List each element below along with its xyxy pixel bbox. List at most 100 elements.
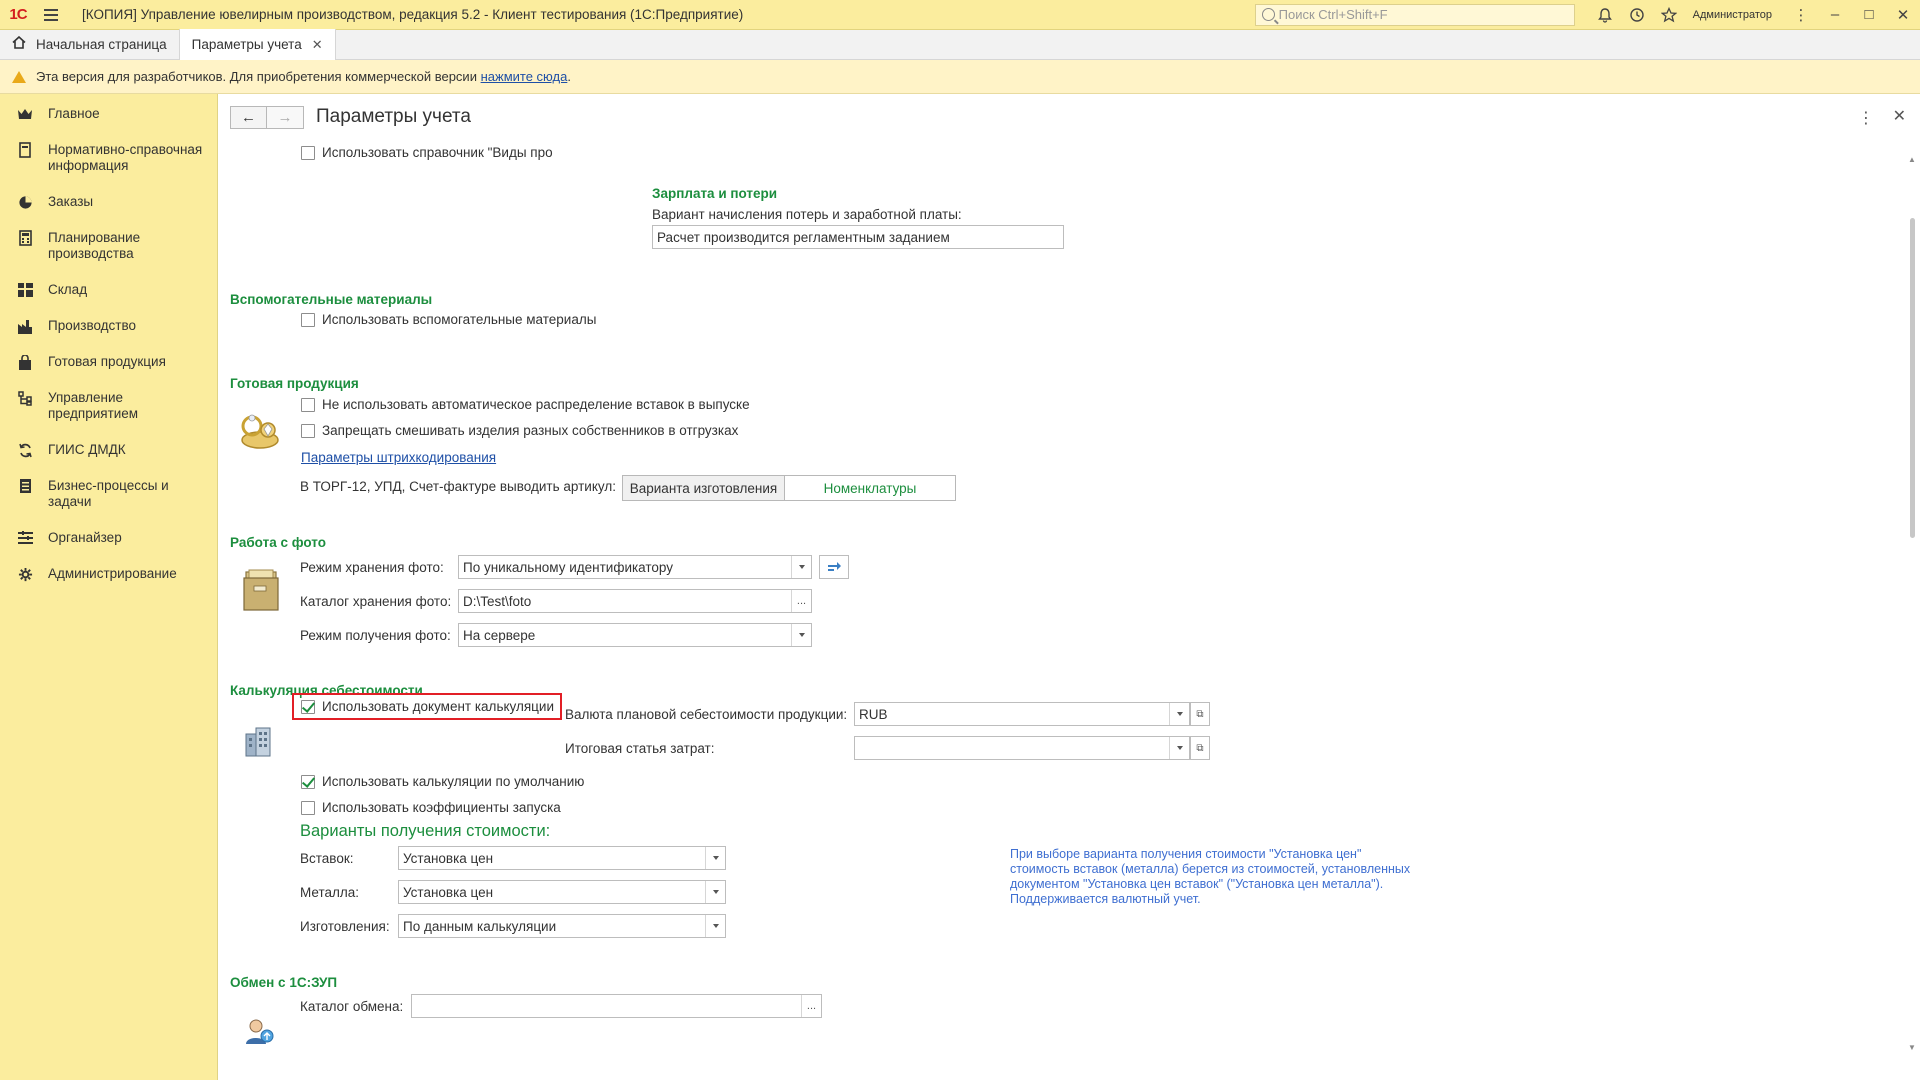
section-title-aux: Вспомогательные материалы (230, 292, 433, 307)
dropdown-arrow-icon[interactable] (791, 556, 811, 578)
star-icon[interactable] (1653, 0, 1685, 30)
scroll-down-icon[interactable]: ▼ (1908, 1044, 1916, 1052)
dropdown-arrow-icon[interactable] (705, 847, 725, 869)
factory-icon (16, 318, 34, 334)
currency-field[interactable]: RUB (854, 702, 1190, 726)
sidebar-item-enterprise[interactable]: Управление предприятием (0, 390, 218, 422)
checkbox-default-costing-label: Использовать калькуляции по умолчанию (322, 774, 585, 789)
photo-mode-field[interactable]: По уникальному идентификатору (458, 555, 812, 579)
tab-accounting-params[interactable]: Параметры учета ✕ (179, 29, 336, 60)
currency-value: RUB (859, 706, 888, 722)
metal-field[interactable]: Установка цен (398, 880, 726, 904)
article-toggle[interactable]: Варианта изготовления Номенклатуры (622, 475, 956, 501)
dropdown-arrow-icon[interactable] (1169, 737, 1189, 759)
scroll-thumb[interactable] (1910, 218, 1915, 538)
folder-image (240, 568, 282, 615)
exchange-user-image (244, 1016, 274, 1049)
barcode-params-link[interactable]: Параметры штрихкодирования (301, 450, 496, 465)
sidebar-item-main[interactable]: Главное (0, 106, 218, 122)
cost-item-label: Итоговая статья затрат: (565, 741, 715, 756)
sidebar-item-orders[interactable]: Заказы (0, 194, 218, 210)
bell-icon[interactable] (1589, 0, 1621, 30)
article-option-nomenclature[interactable]: Номенклатуры (785, 476, 955, 500)
tab-home[interactable]: Начальная страница (0, 29, 180, 59)
scroll-up-icon[interactable]: ▲ (1908, 156, 1916, 164)
sidebar-item-warehouse[interactable]: Склад (0, 282, 218, 298)
article-option-variant[interactable]: Варианта изготовления (623, 476, 785, 500)
close-icon[interactable]: ✕ (1886, 0, 1920, 30)
cost-item-field[interactable] (854, 736, 1190, 760)
sidebar-item-label: ГИИС ДМДК (48, 442, 126, 457)
sidebar-item-label: Нормативно-справочная информация (48, 142, 203, 173)
book-icon (16, 142, 34, 158)
home-icon (12, 35, 26, 52)
article-output-label: В ТОРГ-12, УПД, Счет-фактуре выводить ар… (300, 479, 616, 494)
notice-link[interactable]: нажмите сюда (481, 69, 568, 84)
sidebar-item-admin[interactable]: Администрирование (0, 566, 218, 582)
section-title-photo: Работа с фото (230, 535, 326, 550)
organizer-icon (16, 530, 34, 546)
photo-get-field[interactable]: На сервере (458, 623, 812, 647)
vertical-scrollbar[interactable]: ▲ ▼ (1908, 156, 1916, 1052)
make-label: Изготовления: (300, 919, 390, 934)
inserts-field[interactable]: Установка цен (398, 846, 726, 870)
history-icon[interactable] (1621, 0, 1653, 30)
grid-icon (16, 282, 34, 298)
sidebar-item-production[interactable]: Производство (0, 318, 218, 334)
sidebar-item-label: Склад (48, 282, 88, 297)
dropdown-arrow-icon[interactable] (1169, 703, 1189, 725)
make-field[interactable]: По данным калькуляции (398, 914, 726, 938)
dropdown-arrow-icon[interactable] (705, 881, 725, 903)
sidebar-item-label: Производство (48, 318, 137, 333)
user-name[interactable]: Администратор (1693, 9, 1772, 21)
sidebar-item-giis[interactable]: ГИИС ДМДК (0, 442, 218, 458)
dropdown-arrow-icon[interactable] (705, 915, 725, 937)
photo-mode-action-button[interactable] (819, 555, 849, 579)
photo-catalog-label: Каталог хранения фото: (300, 594, 452, 609)
checkbox-default-costing[interactable] (301, 775, 315, 789)
checkbox-use-costing-doc-label: Использовать документ калькуляции (322, 699, 554, 714)
warning-icon (12, 70, 26, 83)
photo-get-label: Режим получения фото: (300, 628, 451, 643)
sidebar-item-organizer[interactable]: Органайзер (0, 530, 218, 546)
sidebar-item-label: Планирование производства (48, 230, 141, 261)
crown-icon (16, 106, 34, 122)
checkbox-launch-coef[interactable] (301, 801, 315, 815)
search-input[interactable]: Поиск Ctrl+Shift+F (1254, 3, 1575, 26)
checkbox-use-costing-doc[interactable] (301, 700, 315, 714)
maximize-icon[interactable]: □ (1852, 0, 1886, 30)
make-value: По данным калькуляции (403, 918, 557, 934)
title-bar: 1С [КОПИЯ] Управление ювелирным производ… (0, 0, 1920, 30)
photo-catalog-value: D:\Test\foto (463, 593, 532, 609)
photo-catalog-field[interactable]: D:\Test\foto ... (458, 589, 812, 613)
checkbox-use-kinds[interactable] (301, 146, 315, 160)
currency-open-button[interactable]: ⧉ (1190, 702, 1210, 726)
salary-variant-field[interactable]: Расчет производится регламентным задание… (652, 225, 1064, 249)
cost-item-open-button[interactable]: ⧉ (1190, 736, 1210, 760)
dropdown-arrow-icon[interactable] (791, 624, 811, 646)
select-dots-icon[interactable]: ... (791, 590, 811, 612)
jewelry-image (238, 410, 284, 455)
tab-close-icon[interactable]: ✕ (312, 37, 323, 53)
sidebar-item-label: Главное (48, 106, 100, 121)
checkbox-no-mixing[interactable] (301, 424, 315, 438)
sidebar-item-bp[interactable]: Бизнес-процессы и задачи (0, 478, 218, 510)
checkbox-no-auto-distribution[interactable] (301, 398, 315, 412)
minimize-icon[interactable]: – (1818, 0, 1852, 30)
app-logo[interactable]: 1С (0, 0, 36, 30)
select-dots-icon[interactable]: ... (801, 995, 821, 1017)
sidebar-item-label: Бизнес-процессы и задачи (48, 478, 169, 509)
exchange-catalog-field[interactable]: ... (411, 994, 822, 1018)
sidebar-item-reference[interactable]: Нормативно-справочная информация (0, 142, 218, 174)
checkbox-aux-materials[interactable] (301, 313, 315, 327)
section-title-salary: Зарплата и потери (652, 186, 778, 201)
main-menu-icon[interactable] (36, 0, 66, 30)
salary-variant-value: Расчет производится регламентным задание… (657, 229, 950, 245)
menu-dots-icon[interactable]: ⋮ (1784, 0, 1818, 30)
sidebar-item-planning[interactable]: Планирование производства (0, 230, 218, 262)
tasks-icon (16, 478, 34, 494)
sidebar-item-finished[interactable]: Готовая продукция (0, 354, 218, 370)
bag-icon (16, 354, 34, 370)
costing-hint: При выборе варианта получения стоимости … (1010, 847, 1411, 906)
photo-mode-label: Режим хранения фото: (300, 560, 444, 575)
